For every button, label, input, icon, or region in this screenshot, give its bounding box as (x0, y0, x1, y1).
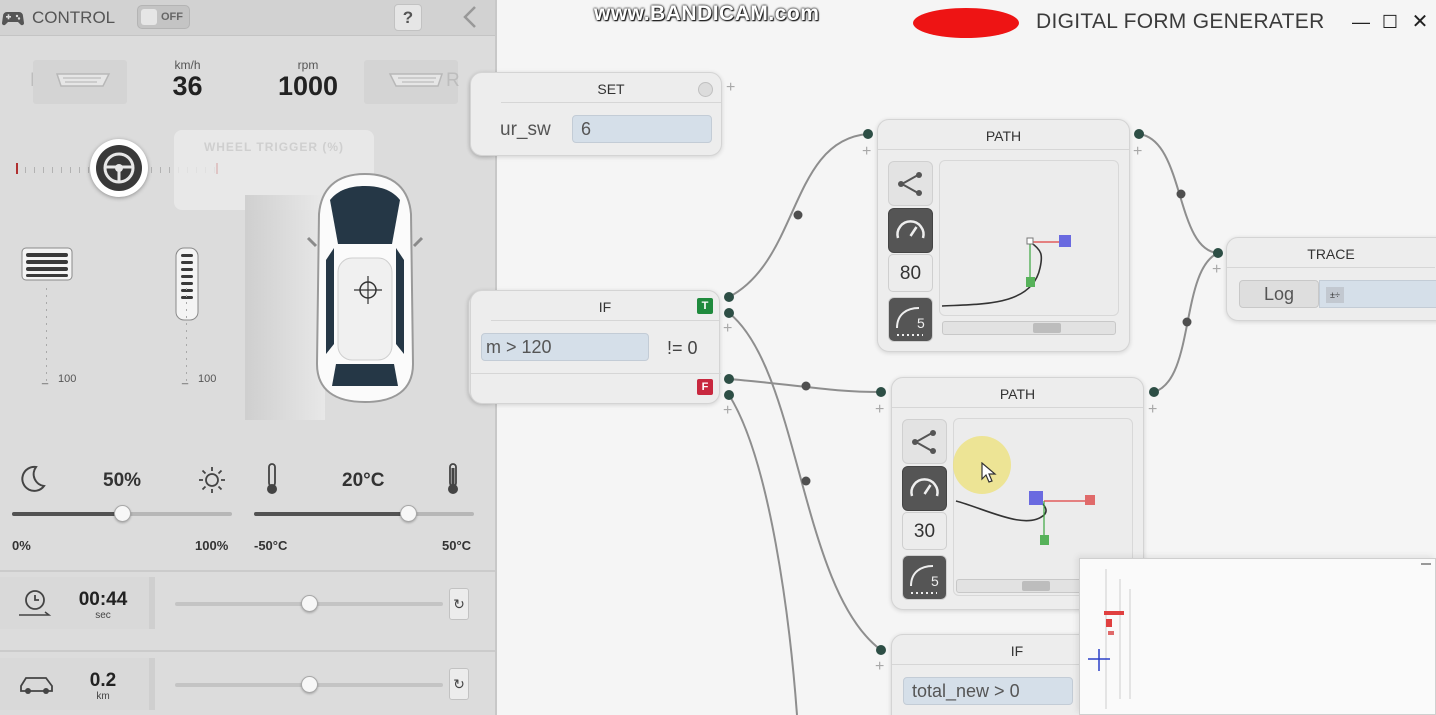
set-node-title: SET (501, 73, 721, 103)
add-port-plus[interactable]: + (723, 403, 732, 419)
if-condition-field[interactable]: total_new > 0 (903, 677, 1073, 705)
false-branch-flag: F (697, 379, 713, 395)
path-node-title: PATH (892, 378, 1143, 408)
path1-input-port[interactable] (863, 129, 873, 139)
if-node[interactable]: IF T m > 120 != 0 F (470, 290, 721, 404)
speed-button[interactable] (902, 466, 947, 511)
curve-button[interactable]: 5 (888, 297, 933, 342)
add-port-plus[interactable]: + (875, 659, 884, 675)
scrollbar-thumb[interactable] (1022, 581, 1050, 591)
if-node-divider (471, 373, 721, 374)
wire-if-false-down (728, 394, 798, 715)
speed-button[interactable] (888, 208, 933, 253)
add-port-plus[interactable]: + (723, 321, 732, 337)
if-condition-field[interactable]: m > 120 (481, 333, 649, 361)
scrollbar-thumb[interactable] (1033, 323, 1061, 333)
set-node-variable[interactable]: ur_sw (500, 119, 551, 141)
share-button[interactable] (888, 161, 933, 206)
trace-mode-field[interactable]: Log (1239, 280, 1319, 308)
curve-icon (910, 565, 937, 594)
if-node-title: IF (491, 291, 719, 321)
add-port-plus[interactable]: + (726, 80, 735, 96)
close-button[interactable]: ✕ (1408, 9, 1432, 35)
if-operator[interactable]: != 0 (667, 338, 698, 359)
path-speed-value[interactable]: 30 (902, 512, 947, 550)
recording-watermark: www.BANDICAM.com (594, 2, 820, 25)
preview-minimize-icon[interactable] (1421, 563, 1431, 565)
set-node[interactable]: SET ur_sw 6 (470, 72, 722, 156)
redaction-mark (913, 8, 1019, 38)
if-false-port[interactable] (724, 374, 734, 384)
if2-input-port[interactable] (876, 645, 886, 655)
path-scrollbar[interactable] (942, 321, 1116, 335)
path-preview[interactable] (939, 160, 1119, 316)
share-button[interactable] (902, 419, 947, 464)
trace-node[interactable]: TRACE Log ±÷ (1226, 237, 1436, 321)
preview-graph (1088, 569, 1131, 709)
path1-output-port[interactable] (1134, 129, 1144, 139)
path2-input-port[interactable] (876, 387, 886, 397)
path2-output-port[interactable] (1149, 387, 1159, 397)
trace-input-port[interactable] (1213, 248, 1223, 258)
trace-value-field[interactable]: ±÷ (1319, 280, 1436, 308)
if-true-port[interactable] (724, 292, 734, 302)
if-true-port-2[interactable] (724, 308, 734, 318)
cursor-highlight (953, 436, 1011, 494)
add-port-plus[interactable]: + (1133, 144, 1142, 160)
set-node-indicator[interactable] (698, 82, 713, 97)
share-icon (898, 172, 922, 196)
speedometer-icon (910, 478, 939, 497)
add-port-plus[interactable]: + (1212, 262, 1221, 278)
add-port-plus[interactable]: + (875, 402, 884, 418)
maximize-button[interactable]: ☐ (1378, 9, 1402, 35)
set-node-value-field[interactable]: 6 (572, 115, 712, 143)
if-false-port-2[interactable] (724, 390, 734, 400)
path-graph (941, 235, 1071, 307)
minimize-button[interactable]: — (1349, 9, 1373, 35)
curve-value: 5 (931, 573, 939, 589)
curve-value: 5 (917, 315, 925, 331)
speedometer-icon (896, 220, 925, 239)
app-title: DIGITAL FORM GENERATER (1036, 10, 1325, 33)
calculator-icon[interactable]: ±÷ (1326, 287, 1344, 304)
add-port-plus[interactable]: + (862, 144, 871, 160)
path-speed-value[interactable]: 80 (888, 254, 933, 292)
add-port-plus[interactable]: + (1148, 402, 1157, 418)
trace-node-title: TRACE (1227, 238, 1435, 268)
true-branch-flag: T (697, 298, 713, 314)
mouse-pointer-icon (981, 462, 997, 483)
curve-button[interactable]: 5 (902, 555, 947, 600)
path-node[interactable]: PATH 80 5 (877, 119, 1130, 352)
share-icon (912, 430, 936, 454)
curve-icon (896, 307, 923, 336)
path-node-title: PATH (878, 120, 1129, 150)
preview-window[interactable] (1079, 558, 1436, 715)
